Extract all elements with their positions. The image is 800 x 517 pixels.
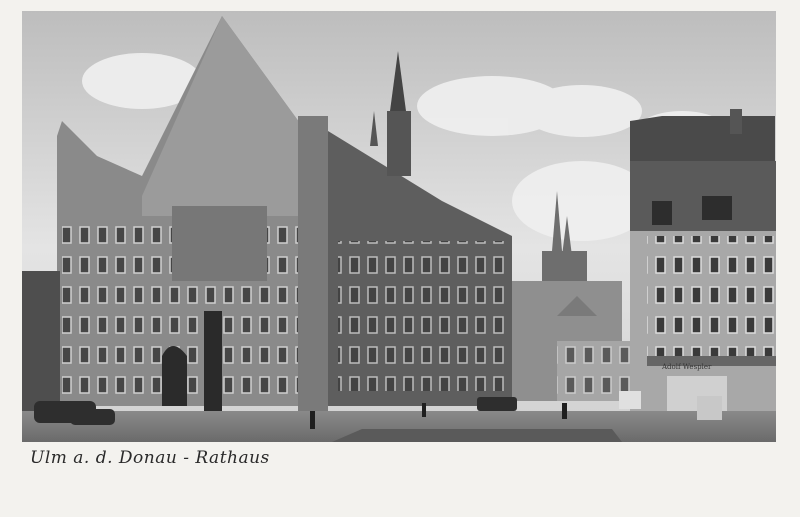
postcard-caption: Ulm a. d. Donau - Rathaus bbox=[30, 448, 270, 468]
left-edge-building bbox=[22, 271, 60, 421]
photograph: Adolf Wespler bbox=[22, 11, 776, 442]
postcard: Adolf Wespler Ulm a. d. Donau - Rathaus bbox=[0, 0, 800, 517]
shop-sign: Adolf Wespler bbox=[661, 363, 712, 371]
